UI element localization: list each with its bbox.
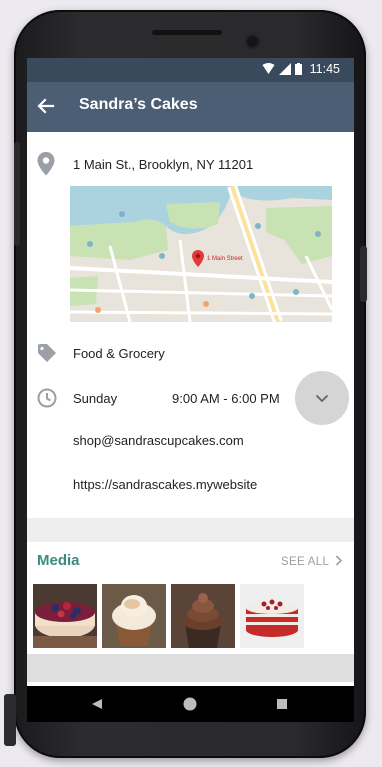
nav-back-icon[interactable] [91, 698, 103, 710]
section-divider [27, 518, 354, 542]
media-thumbnail-4[interactable] [240, 584, 304, 648]
berry-cheesecake-image [33, 584, 97, 648]
bottom-fade [27, 654, 354, 682]
location-map[interactable]: 1 Main Street [70, 186, 332, 322]
address-text: 1 Main St., Brooklyn, NY 11201 [73, 157, 254, 172]
meringue-cupcake-image [102, 584, 166, 648]
media-title: Media [37, 552, 80, 569]
battery-icon [294, 63, 302, 75]
status-bar: 11:45 [27, 58, 354, 82]
chevron-down-icon [315, 394, 329, 403]
status-time: 11:45 [309, 62, 340, 76]
map-pin-icon [192, 250, 204, 267]
page-title: Sandra’s Cakes [79, 96, 198, 113]
power-button [360, 246, 367, 302]
nav-home-icon[interactable] [182, 696, 198, 712]
earpiece-speaker [152, 30, 222, 35]
website-text[interactable]: https://sandrascakes.mywebsite [73, 477, 257, 492]
side-button [4, 694, 16, 746]
tag-icon [38, 344, 56, 362]
category-row[interactable]: Food & Grocery [27, 338, 354, 368]
email-row[interactable]: shop@sandrascupcakes.com [27, 429, 354, 455]
media-thumbnail-2[interactable] [102, 584, 166, 648]
hours-time: 9:00 AM - 6:00 PM [172, 391, 280, 406]
media-thumbnail-3[interactable] [171, 584, 235, 648]
front-camera [247, 36, 258, 47]
volume-button [14, 142, 20, 246]
see-all-label: SEE ALL [281, 556, 329, 568]
media-thumbnail-1[interactable] [33, 584, 97, 648]
nav-recents-icon[interactable] [276, 698, 288, 710]
signal-icon [278, 63, 291, 75]
wifi-icon [262, 63, 275, 74]
app-screen: 11:45 Sandra’s Cakes 1 Main St., Brookly… [27, 58, 354, 686]
arrow-left-icon[interactable] [36, 96, 56, 116]
app-bar: Sandra’s Cakes [27, 82, 354, 132]
website-row[interactable]: https://sandrascakes.mywebsite [27, 473, 354, 499]
email-text[interactable]: shop@sandrascupcakes.com [73, 433, 244, 448]
chevron-right-icon [336, 555, 343, 566]
system-nav-bar [27, 686, 354, 722]
hours-day: Sunday [73, 391, 118, 406]
status-icons: 11:45 [262, 62, 340, 76]
clock-icon [37, 388, 57, 408]
address-row[interactable]: 1 Main St., Brooklyn, NY 11201 [27, 150, 354, 180]
location-pin-icon [37, 152, 55, 176]
see-all-link[interactable]: SEE ALL [281, 555, 343, 568]
red-velvet-cake-image [240, 584, 304, 648]
chocolate-cupcake-image [171, 584, 235, 648]
expand-hours-button[interactable] [295, 371, 349, 425]
map-pin-label: 1 Main Street [207, 256, 243, 262]
category-text: Food & Grocery [73, 346, 165, 361]
